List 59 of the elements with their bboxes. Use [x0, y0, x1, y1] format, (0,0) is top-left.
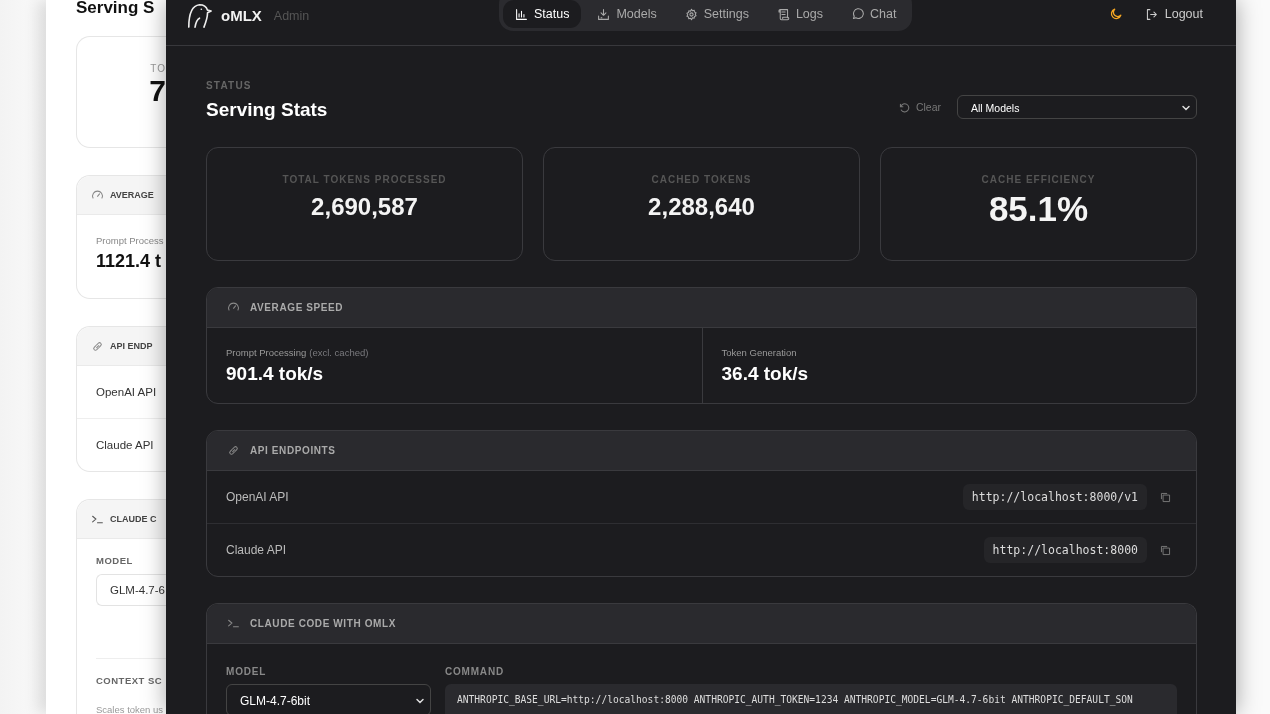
nav-tab[interactable]: Status — [503, 0, 582, 28]
download-tray-icon — [597, 7, 611, 21]
field-label: MODEL — [226, 666, 268, 677]
nav-tab[interactable]: Settings — [672, 0, 761, 28]
copy-icon[interactable] — [1159, 543, 1172, 557]
card-title: AVERAGE — [110, 190, 154, 200]
moon-icon[interactable] — [1108, 7, 1123, 21]
card-title: API ENDP — [110, 341, 153, 351]
field-label: CONTEXT SC — [96, 675, 164, 686]
stat-label: CACHED TOKENS — [651, 174, 752, 185]
metric-label: Prompt Processing (excl. cached) — [226, 347, 370, 358]
endpoint-name: Claude API — [226, 543, 287, 557]
terminal-icon — [227, 617, 240, 630]
stat-value: 2,690,587 — [311, 193, 418, 221]
card-title: CLAUDE C — [110, 514, 157, 524]
stat-value: 2,288,640 — [648, 193, 755, 221]
command-block: ANTHROPIC_BASE_URL=http://localhost:8000 ANTHROPIC_AUTH_TOKEN=1234 ANTHROPIC_MODEL=GLM-4.7-6bit ANTHROPIC_DEFAULT_SON — [445, 684, 1177, 714]
chat-bubble-icon — [851, 7, 864, 21]
reset-icon — [897, 100, 911, 114]
copy-icon[interactable] — [1159, 490, 1172, 504]
logout-icon — [1144, 7, 1158, 21]
metric-value: 36.4 tok/s — [721, 363, 810, 385]
stat-value: 85.1% — [988, 189, 1089, 229]
endpoint-name: OpenAI API — [226, 490, 289, 504]
stat-label: CACHE EFFICIENCY — [981, 174, 1096, 185]
bird-logo-icon — [186, 3, 213, 28]
card-title: CLAUDE CODE WITH OMLX — [250, 618, 396, 629]
clear-button[interactable]: Clear — [897, 100, 941, 114]
link-icon — [91, 339, 104, 353]
metric-value: 901.4 tok/s — [226, 363, 325, 385]
link-icon — [227, 444, 240, 457]
nav-tab[interactable]: Chat — [839, 0, 909, 28]
page-title: Serving S — [76, 0, 156, 19]
card-title: AVERAGE SPEED — [250, 302, 344, 313]
brand-name: oMLX — [221, 7, 262, 24]
field-label: COMMAND — [445, 666, 505, 677]
nav-tab[interactable]: Models — [585, 0, 669, 28]
stat-label: TO — [150, 63, 166, 74]
settings-icon — [684, 7, 698, 21]
section-label: STATUS — [206, 80, 253, 91]
bar-chart-icon — [515, 7, 528, 21]
page-title: Serving Stats — [206, 99, 328, 121]
stat-label: TOTAL TOKENS PROCESSED — [282, 174, 447, 185]
scroll-icon — [776, 7, 790, 21]
hint-text: Scales token us — [96, 704, 165, 714]
card-title: API ENDPOINTS — [250, 445, 336, 456]
logout-button[interactable]: Logout — [1144, 7, 1203, 21]
endpoint-name: Claude API — [96, 439, 154, 451]
endpoint-url: http://localhost:8000 — [983, 537, 1147, 563]
stat-value: 7 — [149, 74, 166, 108]
metric-value: 1121.4 t — [96, 251, 163, 272]
model-filter-select[interactable]: All Models — [957, 95, 1197, 119]
endpoint-name: OpenAI API — [96, 386, 157, 398]
metric-label: Token Generation — [721, 347, 798, 358]
brand-subtitle: Admin — [273, 8, 310, 23]
nav-tab[interactable]: Logs — [764, 0, 835, 28]
field-label: MODEL — [96, 555, 134, 566]
endpoint-url: http://localhost:8000/v1 — [962, 484, 1147, 510]
metric-label: Prompt Process — [96, 235, 165, 246]
